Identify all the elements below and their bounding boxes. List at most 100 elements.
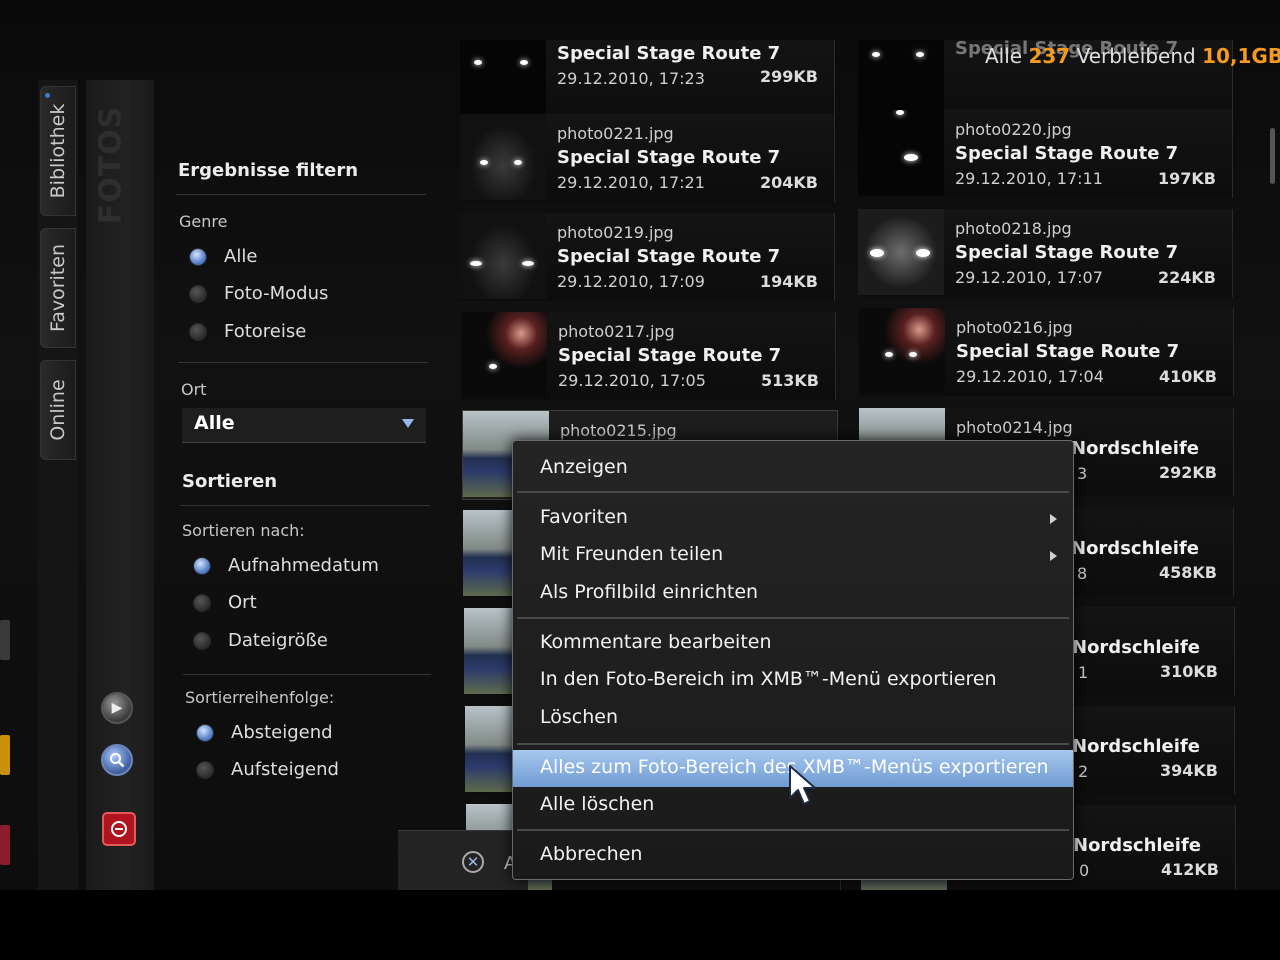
photo-tile[interactable]: photo0220.jpg Special Stage Route 7 29.1… <box>858 110 1233 198</box>
light-dot <box>904 154 918 161</box>
tab-label: Bibliothek <box>47 103 69 199</box>
menu-item-profilbild[interactable]: Als Profilbild einrichten <box>513 575 1073 612</box>
search-button[interactable] <box>101 744 133 776</box>
remaining-value: 10,1GB <box>1202 44 1280 68</box>
filter-title: Ergebnisse filtern <box>178 160 359 181</box>
menu-item-loeschen[interactable]: Löschen <box>513 700 1073 737</box>
photo-date: 29.12.2010, 17:09 <box>557 272 705 291</box>
sort-option-aufnahmedatum[interactable]: Aufnahmedatum <box>194 555 379 576</box>
menu-item-label: Favoriten <box>540 506 628 528</box>
menu-divider <box>517 491 1069 493</box>
edge-indicator-gray <box>0 620 10 660</box>
remaining-label: Verbleibend <box>1076 44 1196 68</box>
pointer-cursor-icon <box>789 765 816 805</box>
photo-thumbnail <box>858 110 944 196</box>
menu-item-mit-freunden-teilen[interactable]: Mit Freunden teilen <box>513 537 1073 574</box>
tab-bibliothek[interactable]: Bibliothek <box>40 86 76 216</box>
photo-date: 1 <box>1078 663 1089 682</box>
radio-selected-icon <box>194 557 210 574</box>
active-tab-dot-icon <box>45 93 50 98</box>
menu-item-favoriten[interactable]: Favoriten <box>513 500 1073 537</box>
play-icon: ▶ <box>111 700 123 716</box>
photo-tile[interactable]: photo0217.jpg Special Stage Route 7 29.1… <box>461 312 836 400</box>
search-icon <box>110 753 125 768</box>
play-button[interactable]: ▶ <box>101 692 133 724</box>
light-dot <box>514 160 522 165</box>
radio-icon <box>197 761 213 778</box>
radio-label: Alle <box>224 246 258 267</box>
menu-item-label: Anzeigen <box>540 456 628 478</box>
minus-circle-icon <box>111 821 127 837</box>
cross-button-icon[interactable]: ✕ <box>462 851 484 873</box>
photo-filename: photo0221.jpg <box>557 124 674 143</box>
section-title: FOTOS <box>93 100 129 230</box>
tab-label: Favoriten <box>47 244 69 332</box>
photo-tile[interactable]: photo0216.jpg Special Stage Route 7 29.1… <box>859 308 1234 396</box>
order-option-absteigend[interactable]: Absteigend <box>197 722 333 743</box>
divider <box>176 194 426 195</box>
photo-size: 194KB <box>760 272 818 291</box>
tab-favoriten[interactable]: Favoriten <box>40 228 76 348</box>
photo-title: Special Stage Route 7 <box>557 147 781 168</box>
screen: Bibliothek Favoriten Online FOTOS ▶ Erge… <box>0 0 1280 890</box>
divider <box>183 674 431 675</box>
photo-thumbnail <box>461 312 547 398</box>
genre-option-alle[interactable]: Alle <box>190 246 257 267</box>
photo-size: 412KB <box>1161 860 1219 879</box>
light-dot <box>872 52 880 57</box>
menu-item-exportieren[interactable]: In den Foto-Bereich im XMB™-Menü exporti… <box>513 662 1073 699</box>
radio-label: Aufnahmedatum <box>228 555 379 576</box>
photo-title: Nordschleife <box>1073 835 1201 856</box>
photo-size: 513KB <box>761 371 819 390</box>
radio-icon <box>190 285 206 302</box>
chevron-down-icon <box>402 419 414 428</box>
photo-tile[interactable]: photo0218.jpg Special Stage Route 7 29.1… <box>858 209 1233 297</box>
menu-divider <box>517 829 1069 831</box>
status-filter: Alle <box>985 44 1023 68</box>
menu-item-kommentare-bearbeiten[interactable]: Kommentare bearbeiten <box>513 625 1073 662</box>
photo-title: Nordschleife <box>1071 438 1199 459</box>
genre-option-fotoreise[interactable]: Fotoreise <box>190 321 306 342</box>
photo-date: 29.12.2010, 17:07 <box>955 268 1103 287</box>
order-option-aufsteigend[interactable]: Aufsteigend <box>197 759 339 780</box>
light-dot <box>909 352 917 357</box>
light-dot <box>480 160 488 165</box>
stop-button[interactable] <box>102 812 136 846</box>
radio-label: Fotoreise <box>224 321 307 342</box>
menu-item-label: Als Profilbild einrichten <box>540 581 759 603</box>
menu-item-label: Alle löschen <box>540 793 655 815</box>
sort-option-ort[interactable]: Ort <box>194 592 257 613</box>
tab-online[interactable]: Online <box>40 360 76 460</box>
photo-title: Special Stage Route 7 <box>955 143 1179 164</box>
radio-icon <box>194 632 210 649</box>
photo-date: 29.12.2010, 17:05 <box>558 371 706 390</box>
section-title-text: FOTOS <box>93 105 129 225</box>
light-dot <box>870 249 884 257</box>
light-dot <box>474 60 482 65</box>
photo-tile[interactable]: photo0221.jpg Special Stage Route 7 29.1… <box>460 114 835 202</box>
ort-label: Ort <box>181 380 207 399</box>
photo-title: Special Stage Route 7 <box>557 43 781 64</box>
menu-item-label: Abbrechen <box>540 843 643 865</box>
menu-divider <box>517 743 1069 745</box>
photo-filename: photo0219.jpg <box>557 223 674 242</box>
context-menu: Anzeigen Favoriten Mit Freunden teilen A… <box>512 440 1074 880</box>
scrollbar[interactable] <box>1270 128 1275 184</box>
light-dot <box>916 52 924 57</box>
radio-selected-icon <box>197 724 213 741</box>
photo-tile[interactable]: photo0219.jpg Special Stage Route 7 29.1… <box>460 213 835 301</box>
menu-item-anzeigen[interactable]: Anzeigen <box>513 450 1073 487</box>
genre-option-foto-modus[interactable]: Foto-Modus <box>190 283 328 304</box>
radio-label: Aufsteigend <box>231 759 339 780</box>
menu-item-label: Mit Freunden teilen <box>540 543 724 565</box>
sort-option-dateigroesse[interactable]: Dateigröße <box>194 630 328 651</box>
menu-item-abbrechen[interactable]: Abbrechen <box>513 837 1073 874</box>
light-dot <box>916 249 930 257</box>
radio-label: Ort <box>228 592 257 613</box>
menu-item-label: In den Foto-Bereich im XMB™-Menü exporti… <box>540 668 997 690</box>
photo-size: 197KB <box>1158 169 1216 188</box>
radio-label: Foto-Modus <box>224 283 329 304</box>
light-dot <box>896 110 904 115</box>
ort-dropdown[interactable]: Alle <box>182 408 426 443</box>
radio-selected-icon <box>190 248 206 265</box>
